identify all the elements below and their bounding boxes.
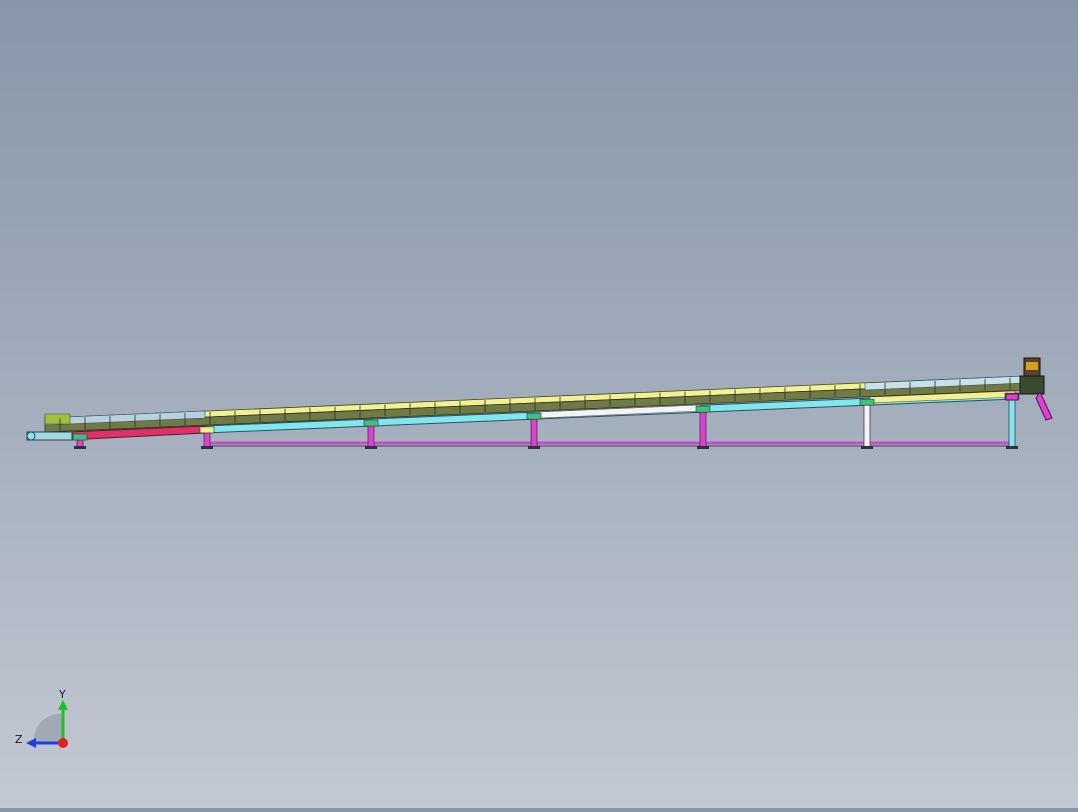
leg-foot: [74, 446, 86, 449]
support-leg: [699, 411, 707, 448]
leg-foot: [1006, 446, 1018, 449]
leg-clamp: [695, 405, 711, 413]
support-leg: [530, 418, 538, 448]
y-axis-label: Y: [58, 688, 66, 701]
support-leg: [863, 404, 871, 448]
leg-clamp: [72, 433, 88, 441]
leg-clamp: [859, 398, 875, 406]
leg-foot: [365, 446, 377, 449]
leg-foot: [201, 446, 213, 449]
leg-clamp: [363, 419, 379, 427]
orientation-triad[interactable]: Y Z: [12, 686, 76, 750]
leg-clamp: [199, 426, 215, 434]
leg-foot: [861, 446, 873, 449]
support-leg: [203, 432, 211, 448]
leg-clamp: [526, 412, 542, 420]
support-leg: [1008, 398, 1016, 448]
support-leg: [367, 425, 375, 448]
z-axis-label: Z: [15, 733, 23, 746]
x-axis-dot: [58, 738, 68, 748]
triad-arc: [33, 713, 62, 742]
support-leg: [76, 439, 84, 448]
leg-foot: [528, 446, 540, 449]
cad-viewport[interactable]: Y Z: [0, 0, 1078, 808]
conveyor-model[interactable]: [0, 0, 1078, 808]
leg-foot: [697, 446, 709, 449]
